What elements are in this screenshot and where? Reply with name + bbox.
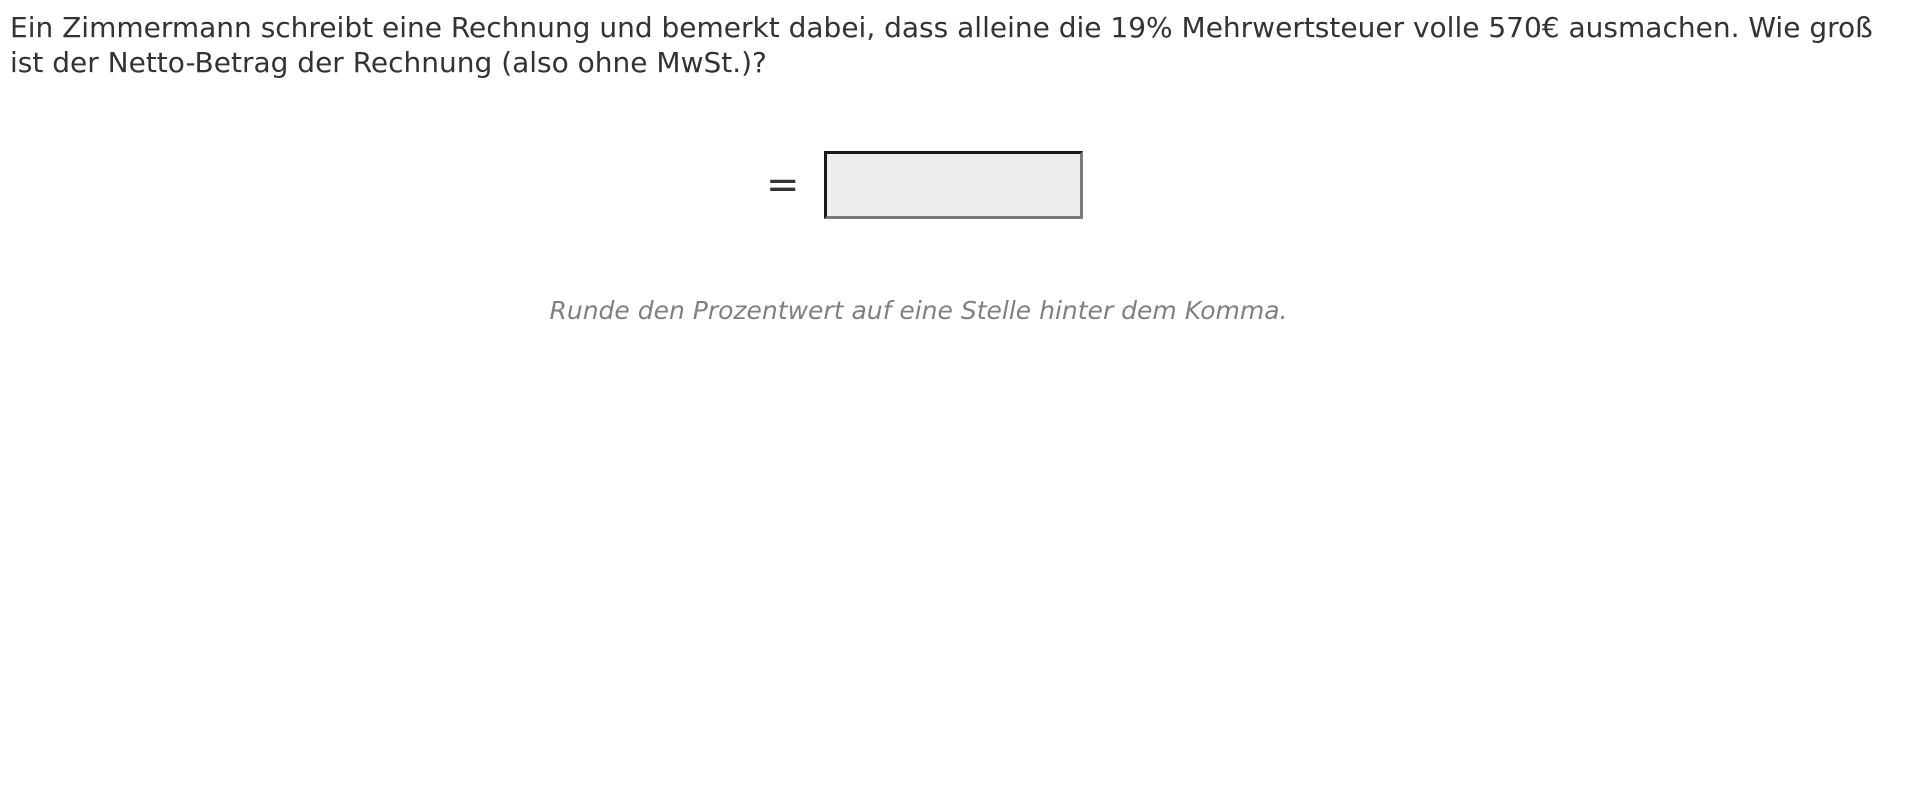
answer-row: = (0, 151, 1920, 221)
answer-input[interactable] (824, 151, 1083, 219)
hint-text: Runde den Prozentwert auf eine Stelle hi… (549, 296, 1288, 325)
equals-sign: = (766, 162, 800, 208)
question-text: Ein Zimmermann schreibt eine Rechnung un… (10, 11, 1873, 79)
